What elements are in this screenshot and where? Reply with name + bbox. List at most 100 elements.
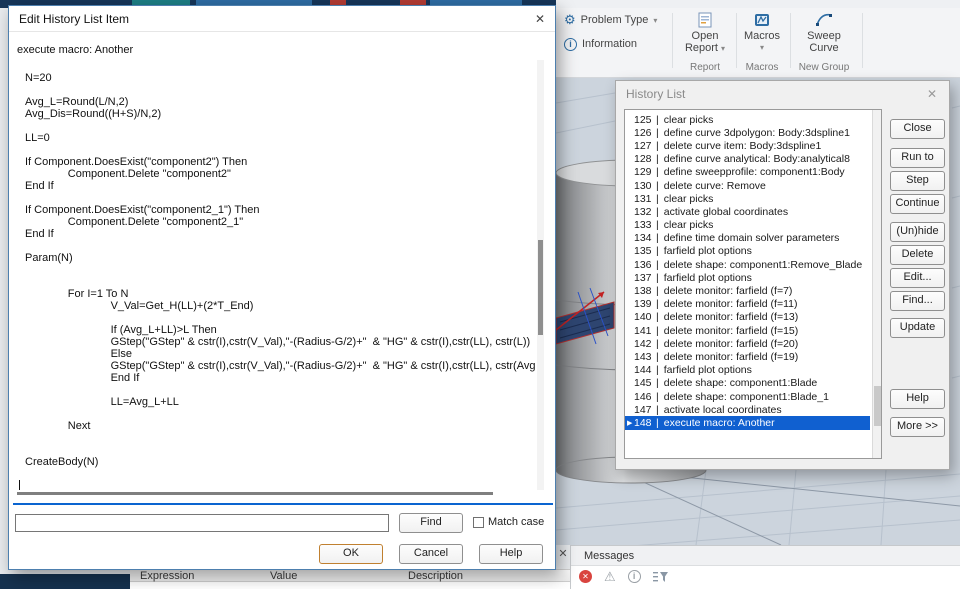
code-editor[interactable]: N=20 Avg_L=Round(L/N,2) Avg_Dis=Round((H… — [15, 60, 535, 490]
find-button[interactable]: Find — [399, 513, 463, 533]
bottom-left-panel — [0, 574, 130, 589]
history-item-number: 126 — [634, 126, 652, 139]
history-list-item[interactable]: 139 | delete monitor: farfield (f=11) — [625, 298, 881, 311]
history-list-item[interactable]: 137 | farfield plot options — [625, 271, 881, 284]
unhide-button[interactable]: (Un)hide — [890, 222, 945, 242]
cancel-button[interactable]: Cancel — [399, 544, 463, 564]
dock-close-button[interactable]: ✕ — [556, 545, 570, 565]
history-dialog-titlebar[interactable]: History List ✕ — [616, 81, 949, 107]
history-list-item[interactable]: 147 | activate local coordinates — [625, 403, 881, 416]
history-item-number: 144 — [634, 364, 652, 377]
history-item-text: clear picks — [663, 219, 714, 232]
history-list-item[interactable]: 136 | delete shape: component1:Remove_Blad… — [625, 258, 881, 271]
history-list-scrollbar[interactable] — [872, 110, 881, 458]
scrollbar-thumb[interactable] — [874, 386, 881, 426]
history-item-text: delete monitor: farfield (f=15) — [663, 324, 799, 337]
column-header-expression: Expression — [140, 570, 195, 582]
history-item-number: 135 — [634, 245, 652, 258]
find-input[interactable] — [15, 514, 389, 532]
history-list-item[interactable]: 129 | define sweepprofile: component1:Body — [625, 166, 881, 179]
history-item-separator: | — [656, 324, 659, 337]
history-item-number: 137 — [634, 271, 652, 284]
history-list-item[interactable]: 138 | delete monitor: farfield (f=7) — [625, 284, 881, 297]
history-list-item[interactable]: 144 | farfield plot options — [625, 364, 881, 377]
edit-button[interactable]: Edit... — [890, 268, 945, 288]
delete-button[interactable]: Delete — [890, 245, 945, 265]
macros-icon — [753, 11, 771, 29]
sweep-curve-button[interactable]: Sweep Curve — [795, 11, 853, 61]
continue-button[interactable]: Continue — [890, 194, 945, 214]
history-list-item[interactable]: 141 | delete monitor: farfield (f=15) — [625, 324, 881, 337]
history-list-item[interactable]: 132 | activate global coordinates — [625, 205, 881, 218]
filter-icon[interactable] — [652, 571, 668, 583]
history-list-item[interactable]: 126 | define curve 3dpolygon: Body:3dsplin… — [625, 126, 881, 139]
history-list-item[interactable]: 140 | delete monitor: farfield (f=13) — [625, 311, 881, 324]
history-list-item[interactable]: 135 | farfield plot options — [625, 245, 881, 258]
messages-title: Messages — [571, 546, 960, 566]
ok-button[interactable]: OK — [319, 544, 383, 564]
history-dialog-title: History List — [626, 87, 686, 101]
history-item-text: delete monitor: farfield (f=13) — [663, 311, 799, 324]
gear-icon: ⚙ — [564, 12, 576, 27]
information-button[interactable]: i Information — [564, 36, 637, 52]
history-list-item[interactable]: 146 | delete shape: component1:Blade_1 — [625, 390, 881, 403]
more-button[interactable]: More >> — [890, 417, 945, 437]
close-icon[interactable]: ✕ — [923, 86, 941, 103]
error-icon[interactable]: ✕ — [579, 570, 592, 583]
sweep-curve-icon — [815, 11, 833, 29]
code-horizontal-scrollbar[interactable] — [17, 492, 493, 495]
history-list-item[interactable]: 142 | delete monitor: farfield (f=20) — [625, 337, 881, 350]
step-button[interactable]: Step — [890, 171, 945, 191]
find-button[interactable]: Find... — [890, 291, 945, 311]
history-item-number: 142 — [634, 337, 652, 350]
history-item-separator: | — [656, 337, 659, 350]
open-report-button[interactable]: Open Report ▾ — [676, 11, 734, 61]
history-item-separator: | — [656, 126, 659, 139]
code-text[interactable]: N=20 Avg_L=Round(L/N,2) Avg_Dis=Round((H… — [15, 60, 535, 468]
history-list-item[interactable]: ▶ 148 | execute macro: Another — [625, 416, 870, 430]
history-item-text: delete curve: Remove — [663, 179, 766, 192]
warning-icon[interactable]: ⚠ — [604, 570, 616, 583]
history-item-text: define time domain solver parameters — [663, 232, 840, 245]
history-item-text: clear picks — [663, 113, 714, 126]
history-list-item[interactable]: 143 | delete monitor: farfield (f=19) — [625, 350, 881, 363]
match-case-checkbox[interactable] — [473, 516, 484, 528]
close-button[interactable]: Close — [890, 119, 945, 139]
help-button[interactable]: Help — [479, 544, 543, 564]
history-item-text: activate global coordinates — [663, 205, 789, 218]
history-list[interactable]: 125 | clear picks 126 | define curve 3dpolygo… — [624, 109, 882, 459]
history-item-text: delete monitor: farfield (f=7) — [663, 285, 793, 298]
close-icon[interactable]: ✕ — [531, 11, 549, 28]
history-item-text: clear picks — [663, 192, 714, 205]
history-item-number: 140 — [634, 311, 652, 324]
history-list-item[interactable]: 133 | clear picks — [625, 219, 881, 232]
code-vertical-scrollbar[interactable] — [537, 60, 544, 490]
update-button[interactable]: Update — [890, 318, 945, 338]
history-item-separator: | — [656, 377, 659, 390]
problem-type-button[interactable]: ⚙ Problem Type ▾ — [564, 12, 657, 28]
column-header-value: Value — [270, 570, 298, 582]
history-item-separator: | — [656, 153, 659, 166]
history-list-item[interactable]: 125 | clear picks — [625, 113, 881, 126]
history-item-number: 139 — [634, 298, 652, 311]
edit-dialog-titlebar[interactable]: Edit History List Item ✕ — [9, 6, 555, 32]
scrollbar-thumb[interactable] — [538, 240, 543, 335]
history-list-item[interactable]: 134 | define time domain solver parameters — [625, 232, 881, 245]
history-item-number: 134 — [634, 232, 652, 245]
titlebar-segment — [556, 0, 960, 8]
macros-button[interactable]: Macros ▾ — [733, 11, 791, 61]
history-list-item[interactable]: 128 | define curve analytical: Body:analyt… — [625, 153, 881, 166]
splitter-line[interactable] — [13, 503, 553, 505]
history-item-number: 143 — [634, 350, 652, 363]
info-icon[interactable]: i — [627, 570, 641, 583]
history-list-item[interactable]: 131 | clear picks — [625, 192, 881, 205]
history-item-separator: | — [656, 403, 659, 416]
history-item-separator: | — [656, 219, 659, 232]
history-list-item[interactable]: 145 | delete shape: component1:Blade — [625, 377, 881, 390]
history-item-number: 146 — [634, 390, 652, 403]
help-button[interactable]: Help — [890, 389, 945, 409]
text-caret — [19, 480, 20, 490]
history-list-item[interactable]: 127 | delete curve item: Body:3dspline1 — [625, 139, 881, 152]
history-list-item[interactable]: 130 | delete curve: Remove — [625, 179, 881, 192]
run-to-button[interactable]: Run to — [890, 148, 945, 168]
